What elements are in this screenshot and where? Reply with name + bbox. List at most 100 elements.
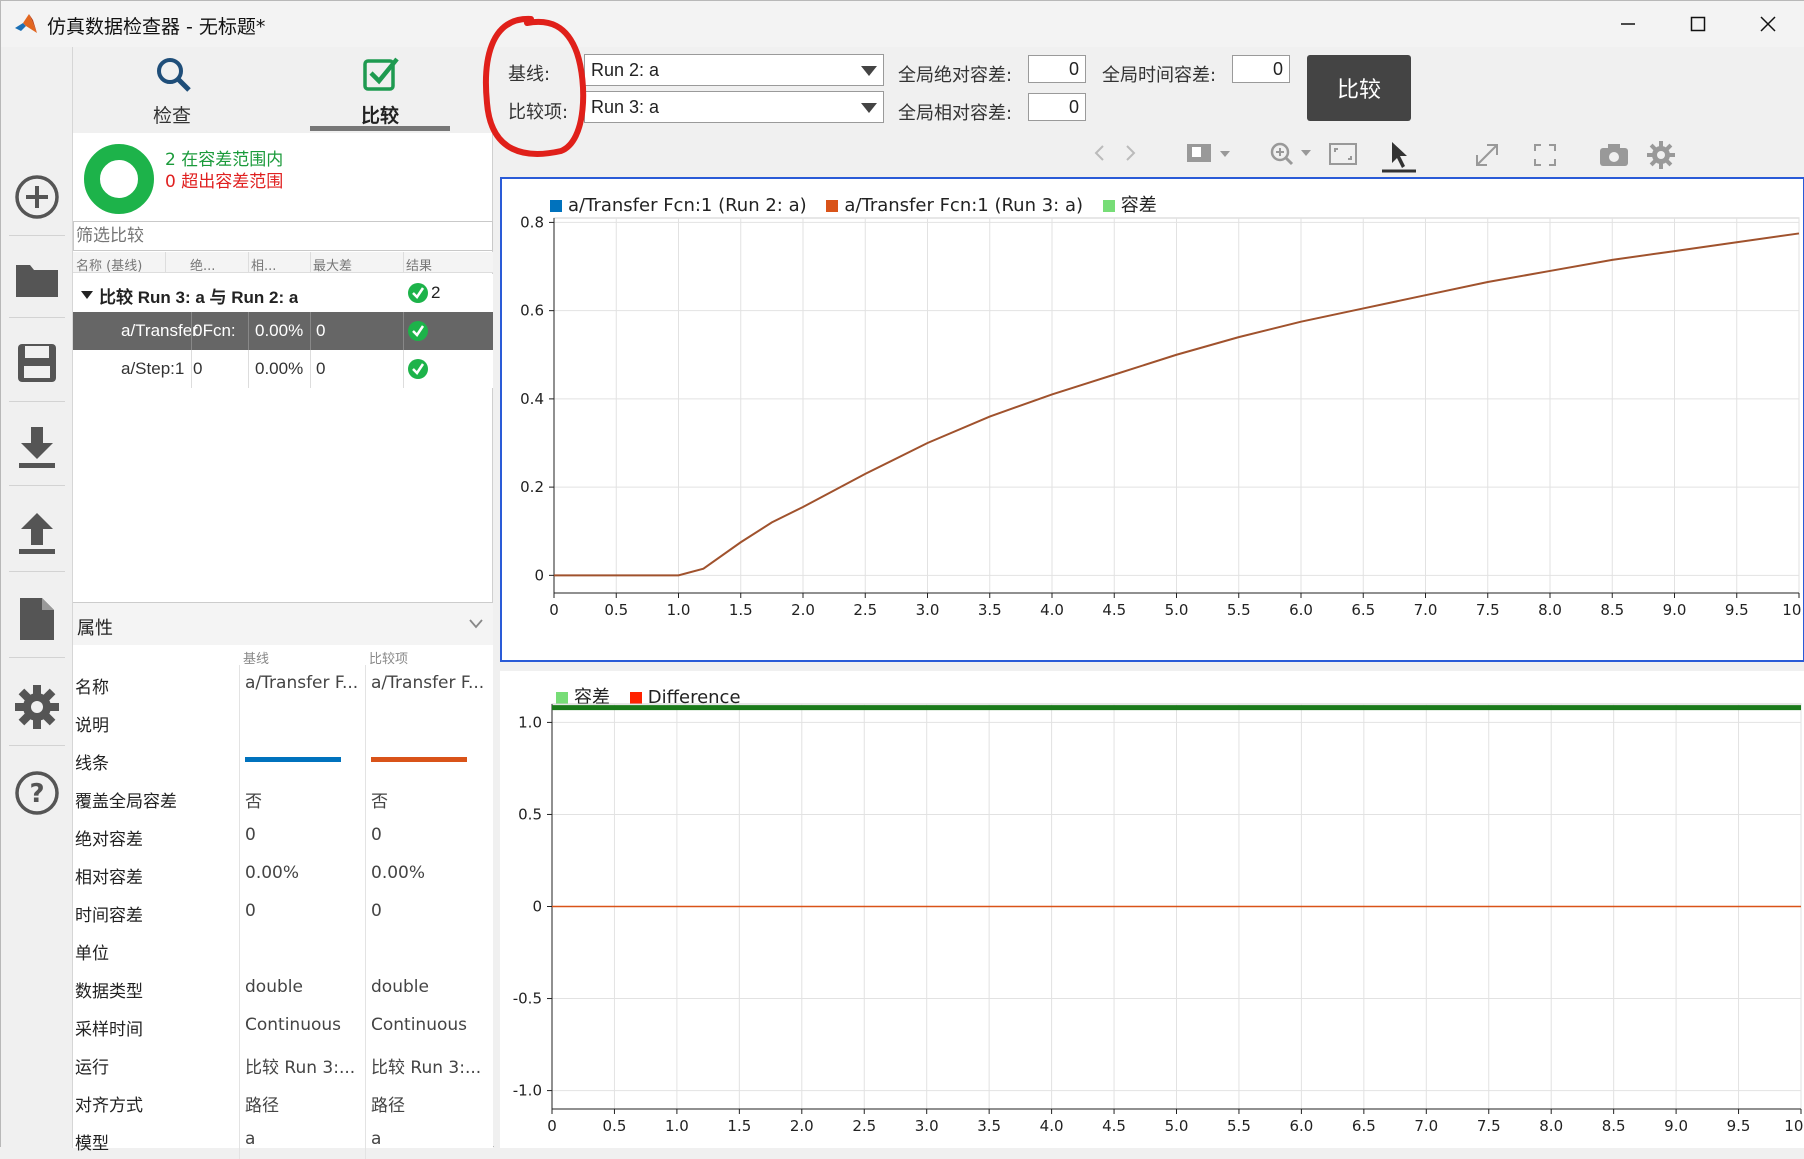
comparison-panel: 检查 比较 2 在容差范围内 0 超出容差范围 名称 (基线) 绝... 相..… <box>73 47 493 1159</box>
x-tick-label: 7.0 <box>1414 601 1438 619</box>
x-tick-label: 4.0 <box>1040 601 1064 619</box>
maximize-button[interactable] <box>1663 1 1733 47</box>
prop-row-run: 运行 比较 Run 3:... 比较 Run 3:... <box>73 1045 493 1083</box>
tab-inspect-label: 检查 <box>152 105 191 127</box>
x-tick-label: 8.0 <box>1538 601 1562 619</box>
signal-plot[interactable]: a/Transfer Fcn:1 (Run 2: a) a/Transfer F… <box>500 177 1804 662</box>
global-abs-input[interactable]: 0 <box>1028 55 1086 83</box>
compare-dropdown[interactable]: Run 3: a <box>584 91 884 123</box>
x-tick-label: 9.0 <box>1664 1117 1688 1135</box>
col-rel[interactable]: 相... <box>251 255 276 274</box>
back-icon[interactable] <box>1093 143 1107 168</box>
x-tick-label: 0.5 <box>604 601 628 619</box>
x-tick-label: 7.5 <box>1477 1117 1501 1135</box>
properties-header[interactable]: 属性 <box>73 603 493 645</box>
x-tick-label: 6.5 <box>1351 601 1375 619</box>
y-tick-label: 0.5 <box>518 805 542 823</box>
prop-row-override: 覆盖全局容差否否 <box>73 779 493 817</box>
compare-button[interactable]: 比较 <box>1307 55 1411 121</box>
signal-rel: 0.00% <box>255 359 304 378</box>
main-area: 基线: Run 2: a 比较项: Run 3: a 全局绝对容差: 0 全局相… <box>494 47 1804 1148</box>
prop-row-name: 名称 a/Transfer F... a/Transfer F... <box>73 665 493 703</box>
x-tick-label: 5.0 <box>1165 601 1189 619</box>
layout-icon[interactable] <box>1186 143 1230 170</box>
minimize-button[interactable] <box>1593 1 1663 47</box>
gear-icon <box>15 685 59 729</box>
table-header: 名称 (基线) 绝... 相... 最大差 结果 <box>73 252 493 274</box>
x-tick-label: 6.5 <box>1352 1117 1376 1135</box>
x-tick-label: 1.0 <box>665 1117 689 1135</box>
check-ok-icon <box>407 282 429 309</box>
cursor-icon[interactable] <box>1382 139 1416 178</box>
add-circle-icon <box>15 175 59 219</box>
col-name[interactable]: 名称 (基线) <box>76 255 142 274</box>
difference-plot[interactable]: 容差 Difference 0 0.5 1.0 1.5 2.0 2.5 3.0 3.5 4.0 4… <box>500 671 1804 1148</box>
y-tick-label: 0.4 <box>520 390 544 408</box>
forward-icon[interactable] <box>1123 143 1137 168</box>
close-button[interactable] <box>1733 1 1803 47</box>
compare-line-swatch[interactable] <box>371 757 467 762</box>
comparison-group-row[interactable]: 比较 Run 3: a 与 Run 2: a 2 <box>73 274 493 312</box>
chevron-down-icon[interactable] <box>469 619 483 629</box>
camera-icon[interactable] <box>1599 143 1629 172</box>
y-tick-label: 0.2 <box>520 478 544 496</box>
expand-icon[interactable] <box>1473 141 1501 174</box>
svg-text:?: ? <box>29 779 44 809</box>
report-button[interactable] <box>11 593 63 645</box>
prop-row-sampletime: 采样时间 Continuous Continuous <box>73 1007 493 1045</box>
result-donut-chart <box>84 144 154 214</box>
zoom-in-icon[interactable] <box>1269 141 1313 172</box>
filter-input[interactable] <box>73 221 493 251</box>
title-bar: 仿真数据检查器 - 无标题* <box>1 1 1804 47</box>
save-button[interactable] <box>11 337 63 389</box>
x-tick-label: 5.5 <box>1227 601 1251 619</box>
fit-to-view-icon[interactable] <box>1328 141 1358 172</box>
save-icon <box>18 344 56 382</box>
table-row[interactable]: a/Transfer Fcn:1 0 0.00% 0 <box>73 312 493 350</box>
col-maxdiff[interactable]: 最大差 <box>313 255 352 274</box>
global-time-input[interactable]: 0 <box>1232 55 1290 83</box>
x-tick-label: 6.0 <box>1289 601 1313 619</box>
fullscreen-icon[interactable] <box>1533 143 1557 172</box>
group-result-count: 2 <box>431 283 441 302</box>
y-tick-label: 0.8 <box>520 213 544 231</box>
window-title: 仿真数据检查器 - 无标题* <box>47 16 266 38</box>
x-tick-label: 4.5 <box>1102 1117 1126 1135</box>
matlab-logo-icon <box>15 14 37 33</box>
checkbox-icon <box>363 57 399 91</box>
signal-name: a/Transfer Fcn:1 <box>121 321 235 340</box>
tab-compare[interactable]: 比较 <box>310 47 450 133</box>
baseline-line-swatch[interactable] <box>245 757 341 762</box>
y-tick-label: -0.5 <box>513 990 542 1008</box>
x-tick-label: 0.5 <box>603 1117 627 1135</box>
col-abs[interactable]: 绝... <box>190 255 215 274</box>
x-tick-label: 3.0 <box>916 601 940 619</box>
baseline-value: Run 2: a <box>591 60 660 80</box>
baseline-dropdown[interactable]: Run 2: a <box>584 54 884 86</box>
minimize-icon <box>1621 23 1635 25</box>
expand-caret-icon[interactable] <box>81 285 93 305</box>
close-icon <box>1760 16 1776 32</box>
prop-row-model: 模型 a a <box>73 1121 493 1159</box>
y-tick-label: 1.0 <box>518 713 542 731</box>
plot-toolbar <box>1094 135 1804 175</box>
table-row[interactable]: a/Step:1 0 0.00% 0 <box>73 350 493 388</box>
import-button[interactable] <box>11 421 63 473</box>
col-result[interactable]: 结果 <box>406 255 432 274</box>
help-button[interactable]: ? <box>11 767 63 819</box>
upload-icon <box>19 513 55 554</box>
x-tick-label: 3.0 <box>915 1117 939 1135</box>
open-button[interactable] <box>11 253 63 305</box>
add-button[interactable] <box>11 171 63 223</box>
prop-row-description: 说明 <box>73 703 493 741</box>
tab-inspect[interactable]: 检查 <box>102 47 242 133</box>
left-toolbar: ? <box>1 47 73 1148</box>
signal-maxdiff: 0 <box>316 321 326 340</box>
dropdown-arrow-icon <box>861 103 877 113</box>
x-tick-label: 1.0 <box>667 601 691 619</box>
global-rel-input[interactable]: 0 <box>1028 93 1086 121</box>
plot-settings-icon[interactable] <box>1647 141 1675 174</box>
export-button[interactable] <box>11 507 63 559</box>
settings-button[interactable] <box>11 681 63 733</box>
x-tick-label: 9.5 <box>1725 601 1749 619</box>
